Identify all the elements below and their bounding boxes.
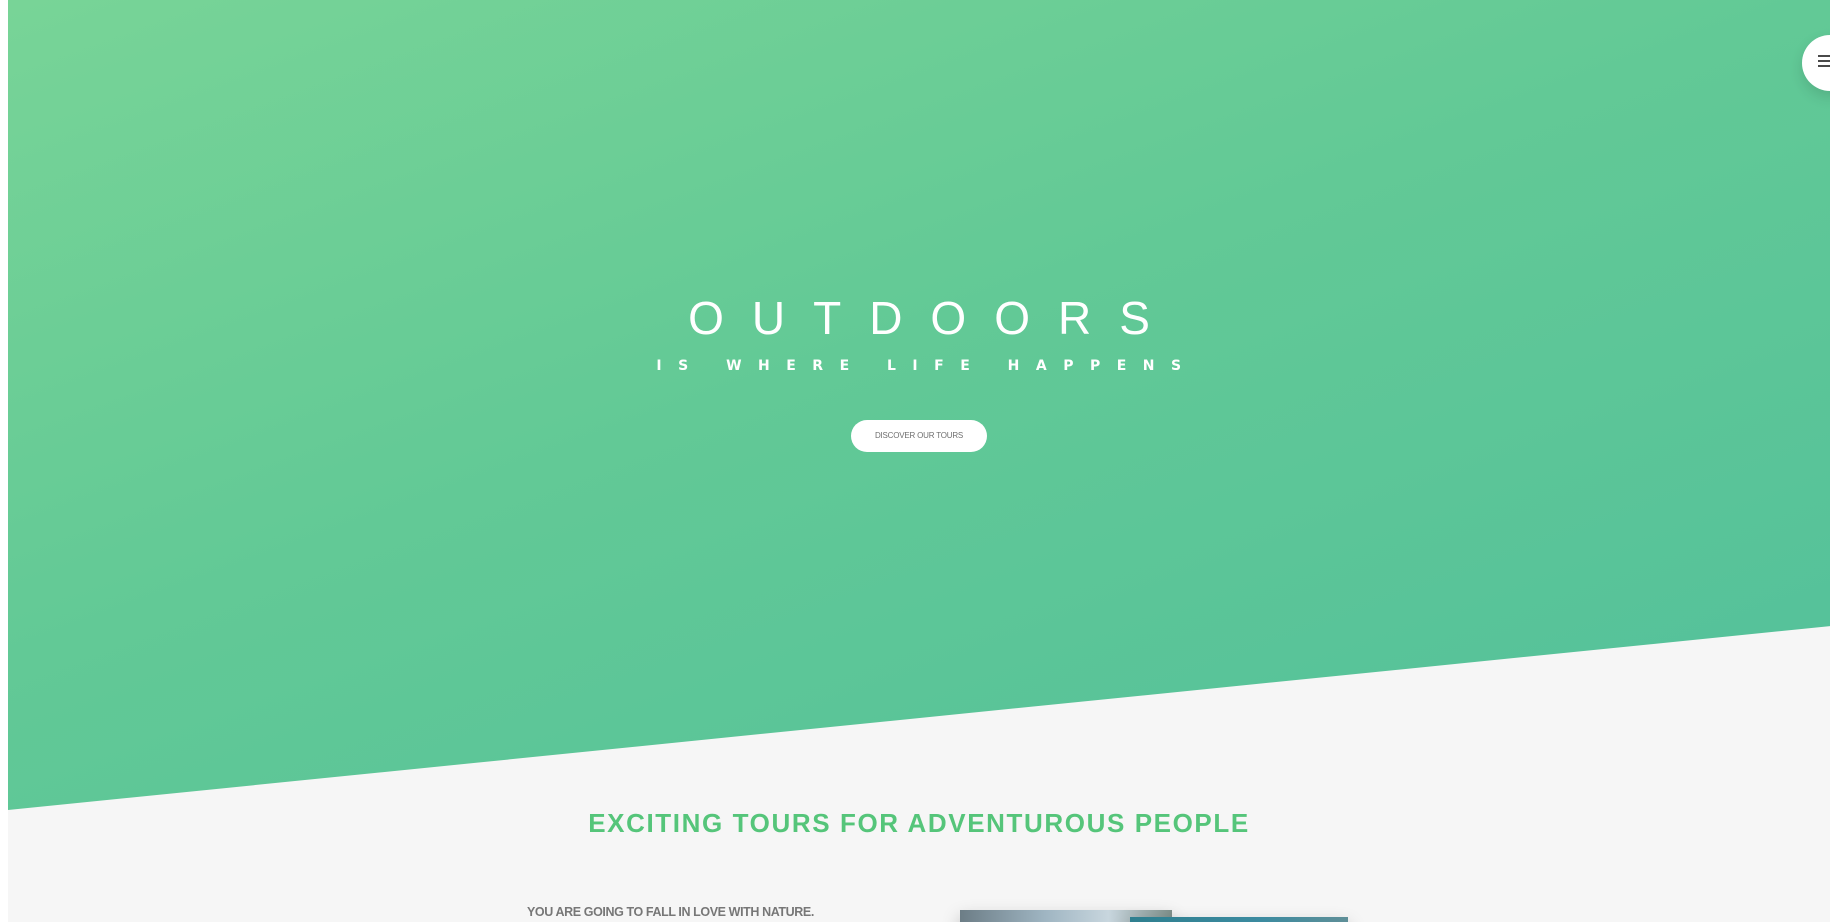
hero-subtitle: IS WHERE LIFE HAPPENS [656, 358, 1198, 374]
hamburger-menu-icon [1818, 55, 1830, 69]
about-subheading: YOU ARE GOING TO FALL IN LOVE WITH NATUR… [527, 905, 814, 919]
hero-text-box: OUTDOORS IS WHERE LIFE HAPPENS DISCOVER … [8, 290, 1830, 452]
menu-line [1818, 60, 1830, 62]
hero-title: OUTDOORS [688, 292, 1178, 344]
hero-section: OUTDOORS IS WHERE LIFE HAPPENS DISCOVER … [8, 0, 1830, 810]
page: OUTDOORS IS WHERE LIFE HAPPENS DISCOVER … [8, 0, 1830, 922]
menu-line [1818, 65, 1830, 67]
about-section-heading: EXCITING TOURS FOR ADVENTUROUS PEOPLE [588, 808, 1250, 838]
nature-photo-2 [1130, 917, 1348, 922]
discover-tours-button[interactable]: DISCOVER OUR TOURS [851, 420, 987, 452]
menu-line [1818, 55, 1830, 57]
